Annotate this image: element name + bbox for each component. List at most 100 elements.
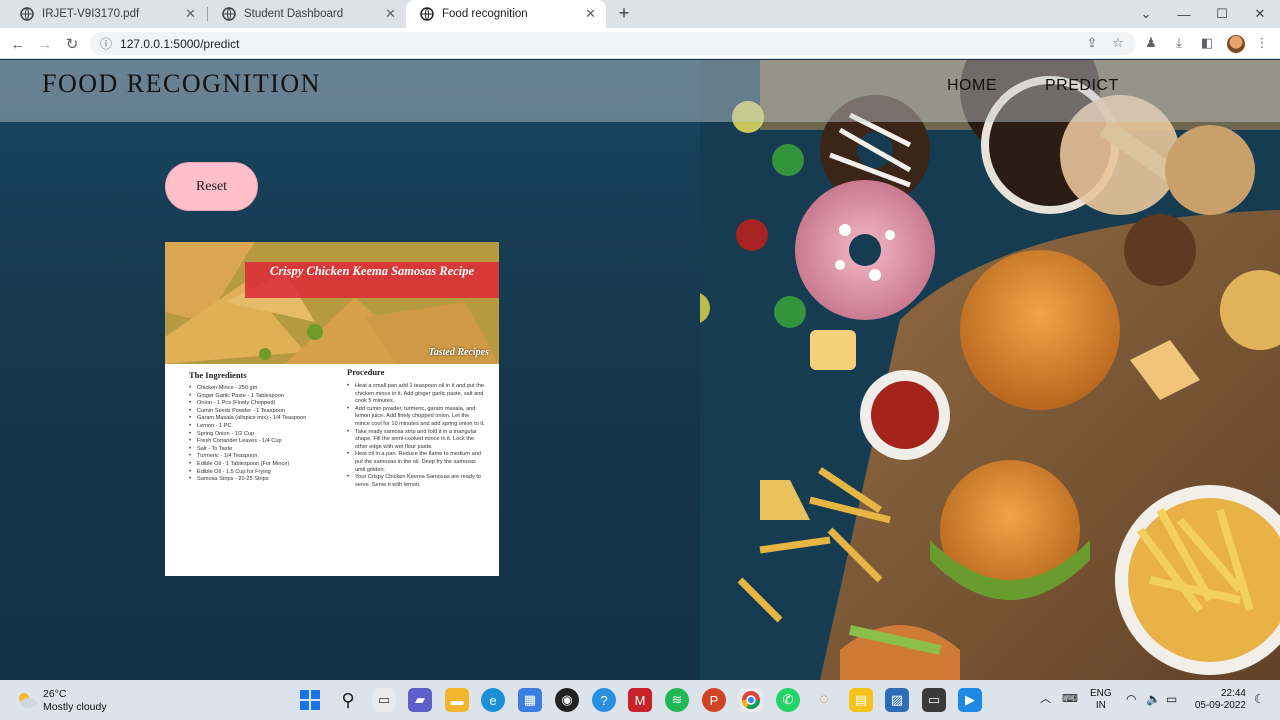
arrow-right-icon: → [37,35,53,53]
list-item: Lemon - 1 PC [189,423,329,431]
list-item: Garam Masala (allspice mix) - 1/4 Teaspo… [189,415,329,423]
list-item: Your Crispy Chicken Keema Samosas are re… [347,474,485,489]
windows-taskbar: 26°C Mostly cloudy ⚲ ▭ ▰ ▬ e ▦ ◉ ? M ≋ P… [0,680,1280,720]
procedure-list: Heat a small pan add 1 teaspoon oil in i… [347,383,485,489]
language-indicator[interactable]: ENG IN [1090,688,1112,712]
download-icon[interactable]: ⤓ [1169,33,1189,53]
samosa-photo [165,242,499,364]
chevron-up-icon[interactable]: ︿ [1040,693,1051,705]
list-item: Add cumin powder, turmeric, garam masala… [347,406,485,429]
edge-browser-icon[interactable]: e [481,688,505,712]
new-tab-button[interactable]: + [614,3,634,24]
chevron-down-icon: ⌄ [1140,6,1152,21]
teams-chat-icon[interactable]: ▰ [408,688,432,712]
extension-icon[interactable]: ♟ [1141,33,1161,53]
whatsapp-icon[interactable]: ✆ [776,688,800,712]
list-item: Salt - To Taste [189,446,329,454]
close-icon[interactable]: ✕ [185,6,196,22]
language-code: ENG [1090,688,1112,699]
tab-pdf[interactable]: IRJET-V9I3170.pdf ✕ [6,0,206,28]
globe-icon [222,7,236,21]
github-icon[interactable]: ◉ [555,688,579,712]
list-item: Samosa Strips - 20-25 Strips [189,476,329,484]
recipe-watermark: Tasted Recipes [428,347,489,358]
photos-icon[interactable]: ▨ [885,688,909,712]
back-button[interactable]: ← [8,34,28,54]
ingredients-heading: The Ingredients [189,370,247,380]
mcafee-icon[interactable]: M [628,688,652,712]
tab-label: Food recognition [442,8,528,20]
file-explorer-icon[interactable]: ▬ [445,688,469,712]
list-item: Take ready samosa strip and fold it in a… [347,429,485,452]
globe-icon [20,7,34,21]
maximize-button[interactable]: ☐ [1203,0,1241,28]
reset-button[interactable]: Reset [165,162,258,211]
weather-description[interactable]: Mostly cloudy [43,701,107,713]
ingredients-list: Chicken Mince - 250 gm Ginger Garlic Pas… [189,385,329,484]
arrow-left-icon: ← [10,35,26,53]
procedure-heading: Procedure [347,367,385,377]
minimize-button[interactable]: — [1165,0,1203,28]
clock-date: 05-09-2022 [1194,700,1246,711]
list-item: Turmeric - 1/4 Teaspoon [189,453,329,461]
unknown-app-icon[interactable]: ? [592,688,616,712]
store-icon[interactable]: ▦ [518,688,542,712]
tab-label: Student Dashboard [244,8,344,20]
terminal-icon[interactable]: ▭ [922,688,946,712]
nav-predict-link[interactable]: PREDICT [1045,77,1119,95]
reload-button[interactable]: ↻ [62,34,82,54]
info-icon[interactable]: ⓘ [100,35,112,52]
tab-strip: IRJET-V9I3170.pdf ✕ Student Dashboard ✕ … [0,0,1280,28]
more-menu-icon[interactable]: ⋮ [1252,33,1272,53]
page-content: FOOD RECOGNITION HOME PREDICT Reset Cris… [0,60,1280,680]
list-item: Edible Oil - 1.5 Cup for Frying [189,469,329,477]
address-bar[interactable]: ⓘ 127.0.0.1:5000/predict [90,32,1136,55]
side-panel-icon[interactable]: ◧ [1197,33,1217,53]
recipe-title: Crispy Chicken Keema Samosas Recipe [269,264,475,278]
notification-icon[interactable]: ☾ [1254,693,1265,705]
list-item: Fresh Coriander Leaves - 1/4 Cup [189,438,329,446]
url-text[interactable]: 127.0.0.1:5000/predict [120,37,239,51]
powerpoint-icon[interactable]: P [702,688,726,712]
list-item: Edible Oil - 1 Tablespoon (For Mince) [189,461,329,469]
jupyter-icon[interactable]: ◌ [812,688,836,712]
tab-label: IRJET-V9I3170.pdf [42,8,140,20]
tab-food-recognition[interactable]: Food recognition ✕ [406,0,606,28]
wifi-icon[interactable]: ◠ [1126,693,1136,705]
task-view-icon[interactable]: ▭ [372,688,396,712]
media-player-icon[interactable]: ▶ [958,688,982,712]
volume-icon[interactable]: 🔈 [1146,693,1161,705]
list-item: Ginger Garlic Paste - 1 Tablespoon [189,393,329,401]
clock-time: 22:44 [1220,688,1246,699]
close-icon[interactable]: ✕ [385,6,396,22]
list-item: Spring Onion - 1/2 Cup [189,431,329,439]
tab-student-dashboard[interactable]: Student Dashboard ✕ [208,0,406,28]
forward-button[interactable]: → [35,34,55,54]
search-icon[interactable]: ⚲ [336,688,360,712]
globe-icon [420,7,434,21]
bookmark-star-icon[interactable]: ☆ [1108,33,1128,53]
clock[interactable]: 22:44 05-09-2022 [1192,688,1246,712]
food-background-image [700,60,1280,680]
site-navbar: FOOD RECOGNITION HOME PREDICT [0,60,1280,122]
share-icon[interactable]: ⇪ [1082,33,1102,53]
spotify-icon[interactable]: ≋ [665,688,689,712]
list-item: Onion - 1 Pcs (Finely Chopped) [189,400,329,408]
sticky-notes-icon[interactable]: ▤ [849,688,873,712]
weather-temperature[interactable]: 26°C [43,688,66,700]
reload-icon: ↻ [65,36,79,53]
close-window-button[interactable]: ✕ [1241,0,1279,28]
chrome-icon[interactable] [739,688,763,712]
tab-search-button[interactable]: ⌄ [1127,0,1165,28]
nav-home-link[interactable]: HOME [947,77,997,95]
list-item: Cumin Seeds Powder - 1 Teaspoon [189,408,329,416]
browser-toolbar: ← → ↻ ⓘ 127.0.0.1:5000/predict ⇪ ☆ ♟ ⤓ ◧… [0,28,1280,59]
battery-icon[interactable]: ▭ [1166,693,1177,705]
profile-avatar[interactable] [1227,35,1245,53]
keyboard-icon[interactable]: ⌨ [1062,693,1078,705]
close-icon[interactable]: ✕ [585,6,596,22]
site-brand: FOOD RECOGNITION [42,69,321,98]
weather-cloudy-icon[interactable] [16,689,38,711]
windows-start-icon[interactable] [298,688,322,712]
list-item: Heat a small pan add 1 teaspoon oil in i… [347,383,485,406]
